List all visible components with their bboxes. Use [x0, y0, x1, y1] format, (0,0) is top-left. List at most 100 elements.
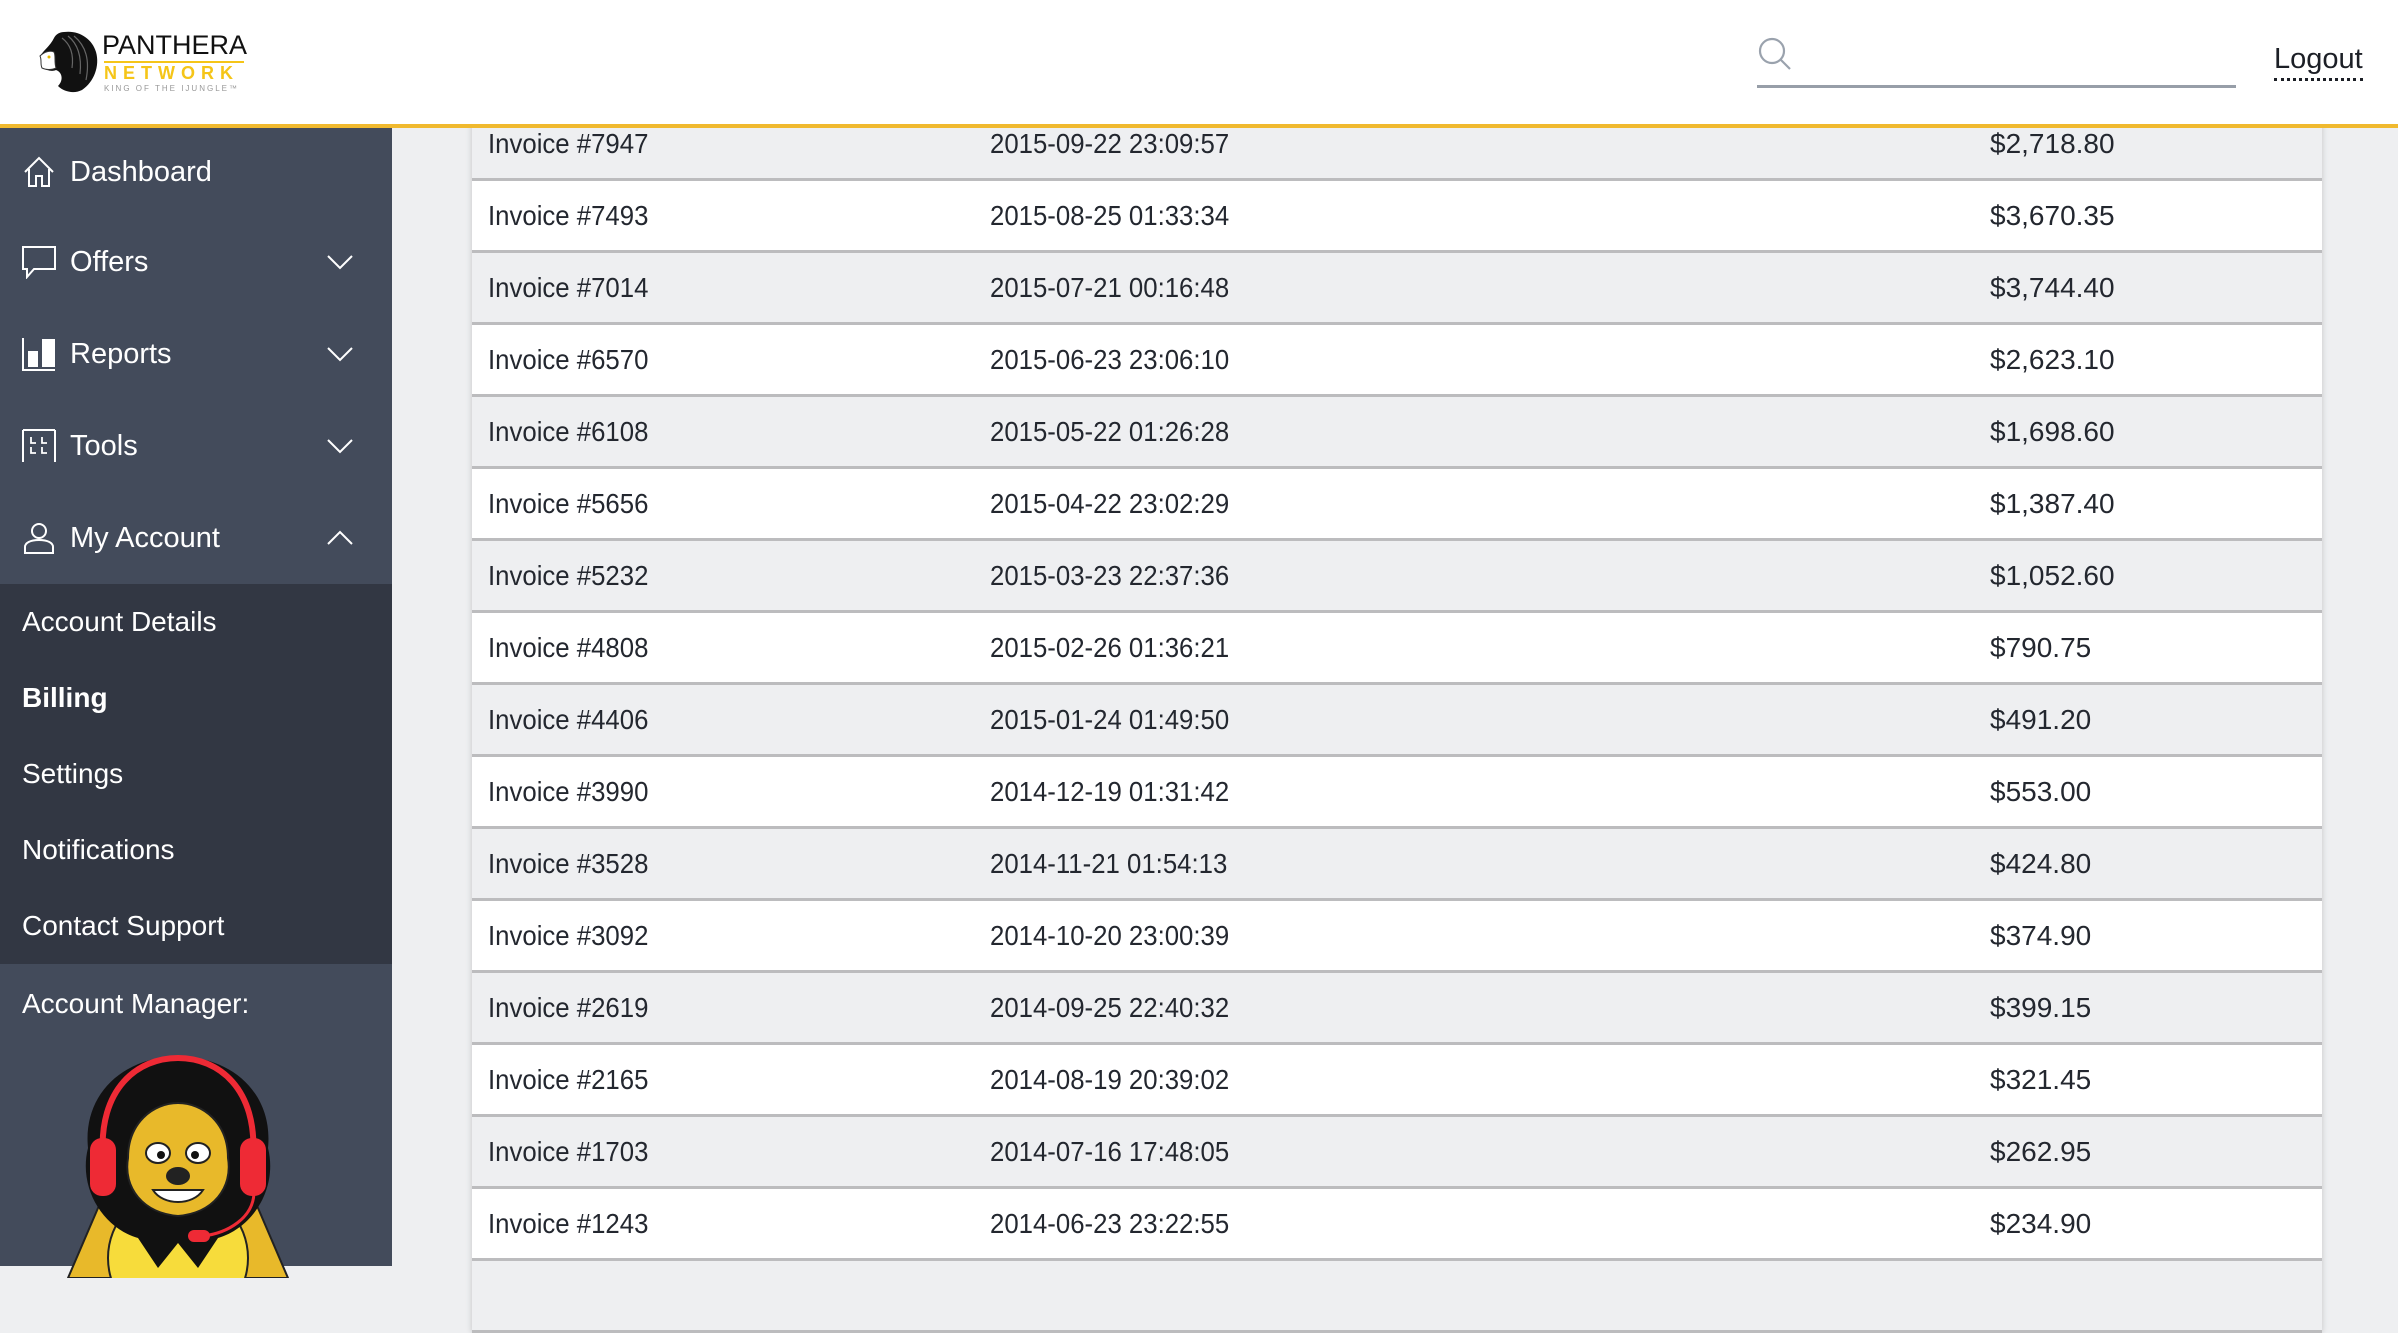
invoice-number-cell[interactable]: Invoice #7947 — [488, 128, 648, 160]
submenu-item-settings[interactable]: Settings — [0, 736, 392, 812]
speech-bubble-icon — [22, 245, 56, 279]
sidebar-item-label: Tools — [70, 429, 138, 462]
bar-chart-icon — [22, 337, 56, 371]
invoice-number-cell[interactable]: Invoice #5232 — [488, 560, 648, 592]
sidebar-item-reports[interactable]: Reports — [0, 308, 392, 400]
logo-network-text: NETWORK — [104, 63, 239, 83]
invoice-date-cell: 2014-11-21 01:54:13 — [990, 847, 1228, 879]
table-row[interactable]: Invoice #3990 2014-12-19 01:31:42 $553.0… — [472, 757, 2322, 829]
invoice-amount-cell: $790.75 — [1990, 631, 2092, 663]
table-row[interactable]: Invoice #4406 2015-01-24 01:49:50 $491.2… — [472, 685, 2322, 757]
invoice-amount-cell: $374.90 — [1990, 919, 2092, 951]
invoice-amount-cell: $2,623.10 — [1990, 343, 2115, 375]
invoice-date-cell: 2014-10-20 23:00:39 — [990, 919, 1230, 951]
account-manager-mascot-image — [66, 1054, 290, 1278]
search-icon[interactable] — [1757, 36, 1793, 72]
invoice-table: Invoice #7947 2015-09-22 23:09:57 $2,718… — [472, 109, 2322, 1333]
logo-brand-text: PANTHERA — [102, 30, 248, 60]
invoice-amount-cell: $553.00 — [1990, 775, 2092, 807]
table-row[interactable]: Invoice #1243 2014-06-23 23:22:55 $234.9… — [472, 1189, 2322, 1261]
chevron-up-icon[interactable] — [326, 524, 354, 552]
invoice-amount-cell: $399.15 — [1990, 991, 2092, 1023]
table-row[interactable]: Invoice #3092 2014-10-20 23:00:39 $374.9… — [472, 901, 2322, 973]
invoice-amount-cell: $234.90 — [1990, 1207, 2092, 1239]
invoice-number-cell[interactable]: Invoice #7493 — [488, 200, 648, 232]
table-row[interactable]: Invoice #3528 2014-11-21 01:54:13 $424.8… — [472, 829, 2322, 901]
invoice-number-cell[interactable]: Invoice #3528 — [488, 848, 648, 880]
search-bar[interactable] — [1757, 30, 2236, 88]
invoice-amount-cell: $1,387.40 — [1990, 487, 2115, 519]
table-row[interactable]: Invoice #4808 2015-02-26 01:36:21 $790.7… — [472, 613, 2322, 685]
invoice-number-cell[interactable]: Invoice #6570 — [488, 344, 648, 376]
invoice-date-cell: 2015-09-22 23:09:57 — [990, 127, 1230, 159]
table-row[interactable] — [472, 1261, 2322, 1333]
sidebar-item-label: Dashboard — [70, 155, 212, 188]
chevron-down-icon[interactable] — [326, 340, 354, 368]
invoice-number-cell[interactable]: Invoice #4406 — [488, 704, 648, 736]
table-row[interactable]: Invoice #7014 2015-07-21 00:16:48 $3,744… — [472, 253, 2322, 325]
table-row[interactable]: Invoice #2619 2014-09-25 22:40:32 $399.1… — [472, 973, 2322, 1045]
billing-content: Invoice #7947 2015-09-22 23:09:57 $2,718… — [472, 109, 2322, 1333]
invoice-date-cell: 2014-09-25 22:40:32 — [990, 991, 1230, 1023]
table-row[interactable]: Invoice #6108 2015-05-22 01:26:28 $1,698… — [472, 397, 2322, 469]
sidebar-item-dashboard[interactable]: Dashboard — [0, 128, 392, 216]
invoice-date-cell: 2015-08-25 01:33:34 — [990, 199, 1230, 231]
table-row[interactable]: Invoice #5656 2015-04-22 23:02:29 $1,387… — [472, 469, 2322, 541]
sidebar-item-offers[interactable]: Offers — [0, 216, 392, 308]
invoice-amount-cell: $321.45 — [1990, 1063, 2092, 1095]
invoice-amount-cell: $491.20 — [1990, 703, 2092, 735]
invoice-date-cell: 2014-08-19 20:39:02 — [990, 1063, 1230, 1095]
my-account-submenu: Account Details Billing Settings Notific… — [0, 584, 392, 964]
table-row[interactable]: Invoice #7493 2015-08-25 01:33:34 $3,670… — [472, 181, 2322, 253]
account-manager-section: Account Manager: — [0, 964, 392, 1020]
submenu-item-account-details[interactable]: Account Details — [0, 584, 392, 660]
table-row[interactable]: Invoice #5232 2015-03-23 22:37:36 $1,052… — [472, 541, 2322, 613]
top-header: PANTHERA NETWORK KING OF THE IJUNGLE™ Lo… — [0, 0, 2398, 128]
invoice-number-cell[interactable]: Invoice #2619 — [488, 992, 648, 1024]
invoice-amount-cell: $3,744.40 — [1990, 271, 2115, 303]
chevron-down-icon[interactable] — [326, 432, 354, 460]
invoice-number-cell[interactable]: Invoice #2165 — [488, 1064, 648, 1096]
sidebar-item-tools[interactable]: Tools — [0, 400, 392, 492]
submenu-item-notifications[interactable]: Notifications — [0, 812, 392, 888]
invoice-number-cell[interactable]: Invoice #7014 — [488, 272, 648, 304]
logout-link[interactable]: Logout — [2274, 42, 2363, 81]
grid-tools-icon — [22, 429, 56, 463]
chevron-down-icon[interactable] — [326, 248, 354, 276]
submenu-item-billing[interactable]: Billing — [0, 660, 392, 736]
invoice-number-cell[interactable]: Invoice #1243 — [488, 1208, 648, 1240]
submenu-item-contact-support[interactable]: Contact Support — [0, 888, 392, 964]
invoice-number-cell[interactable]: Invoice #6108 — [488, 416, 648, 448]
invoice-date-cell: 2015-02-26 01:36:21 — [990, 631, 1230, 663]
sidebar-item-label: My Account — [70, 521, 220, 554]
panthera-network-logo[interactable]: PANTHERA NETWORK KING OF THE IJUNGLE™ — [34, 28, 254, 94]
search-input[interactable] — [1807, 34, 2227, 78]
user-icon — [22, 521, 56, 555]
invoice-date-cell: 2015-01-24 01:49:50 — [990, 703, 1230, 735]
invoice-number-cell[interactable]: Invoice #3990 — [488, 776, 648, 808]
invoice-date-cell: 2014-06-23 23:22:55 — [990, 1207, 1230, 1239]
account-manager-label: Account Manager: — [22, 988, 250, 1019]
sidebar-item-my-account[interactable]: My Account — [0, 492, 392, 584]
invoice-date-cell: 2015-07-21 00:16:48 — [990, 271, 1230, 303]
invoice-amount-cell: $262.95 — [1990, 1135, 2092, 1167]
table-row[interactable]: Invoice #1703 2014-07-16 17:48:05 $262.9… — [472, 1117, 2322, 1189]
invoice-amount-cell: $1,698.60 — [1990, 415, 2115, 447]
sidebar-item-label: Reports — [70, 337, 172, 370]
table-row[interactable]: Invoice #6570 2015-06-23 23:06:10 $2,623… — [472, 325, 2322, 397]
invoice-number-cell[interactable]: Invoice #4808 — [488, 632, 648, 664]
invoice-number-cell[interactable]: Invoice #5656 — [488, 488, 648, 520]
invoice-amount-cell: $2,718.80 — [1990, 127, 2115, 159]
invoice-number-cell[interactable]: Invoice #3092 — [488, 920, 648, 952]
invoice-date-cell: 2014-12-19 01:31:42 — [990, 775, 1230, 807]
invoice-amount-cell: $3,670.35 — [1990, 199, 2115, 231]
lion-logo-icon — [39, 31, 98, 93]
sidebar-item-label: Offers — [70, 245, 149, 278]
invoice-date-cell: 2015-03-23 22:37:36 — [990, 559, 1230, 591]
logo-tagline: KING OF THE IJUNGLE™ — [104, 84, 239, 93]
invoice-amount-cell: $424.80 — [1990, 847, 2092, 879]
invoice-date-cell: 2015-04-22 23:02:29 — [990, 487, 1230, 519]
table-row[interactable]: Invoice #2165 2014-08-19 20:39:02 $321.4… — [472, 1045, 2322, 1117]
sidebar: Dashboard Offers Reports Tools My Accoun… — [0, 128, 392, 1278]
invoice-number-cell[interactable]: Invoice #1703 — [488, 1136, 648, 1168]
